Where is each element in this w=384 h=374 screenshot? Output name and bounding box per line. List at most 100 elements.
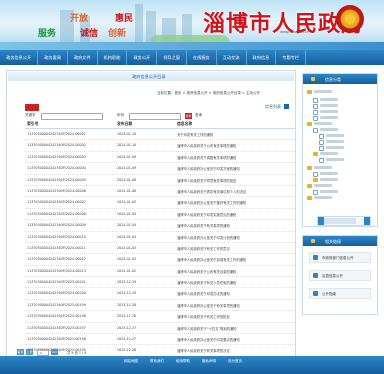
table-row[interactable]: 11370300004242340P/2024-00007 2024-01-05 淄… (25, 197, 295, 209)
year-label: 年份 (117, 113, 124, 117)
document-icon (319, 140, 324, 145)
category-title: 信息分类 (325, 77, 341, 82)
cell-title[interactable]: 淄博市人民政府关于有关人员任免的通知 (177, 280, 236, 285)
table-row[interactable]: 11370300004242340P/2024-00005 2024-01-08 淄… (25, 175, 295, 186)
table-row[interactable]: 11370300004242340P/2024-00004 2024-01-09 淄… (25, 163, 295, 175)
pagination: 首页 上页 1 GO 共 9 页 1 / 9 (17, 349, 287, 356)
cell-index: 11370300004242340P/2024-00012 (27, 257, 86, 262)
table-row[interactable]: 11370300004242340P/2024-00006 2024-01-08 淄… (25, 186, 295, 198)
cell-title[interactable]: 关于印发有关工作的通知 (177, 132, 213, 137)
tree-node-label (326, 134, 344, 137)
nav-item-5[interactable]: 政务公开 (127, 50, 158, 65)
nav-item-3[interactable]: 政府文件 (68, 50, 98, 65)
tree-node-label (320, 116, 338, 119)
table-row[interactable]: 11370300004242340P/2024-00011 2024-01-03 淄… (25, 243, 295, 255)
cell-title[interactable]: 淄博市人民政府办公室关于有关事项的通知 (177, 303, 240, 308)
cell-date: 2024-01-05 (117, 200, 137, 205)
footer-link-4[interactable]: 隐私声明 (202, 359, 216, 364)
cell-date: 2023-12-28 (117, 314, 137, 319)
cell-index: 11370300004242340P/2023-00197 (27, 325, 86, 330)
table-row[interactable]: 11370300004242340P/2023-00196 2023-12-27 淄… (25, 334, 295, 346)
search-button[interactable]: 搜索 (185, 113, 192, 119)
scroll-thumb[interactable] (324, 218, 356, 224)
keyword-label: 关键字 (25, 113, 36, 117)
footer-link-2[interactable]: 联系我们 (150, 359, 164, 364)
scroll-right-icon[interactable] (364, 217, 370, 225)
document-icon (319, 134, 324, 139)
year-input[interactable] (129, 113, 181, 120)
prev-page-button[interactable]: 上页 (26, 349, 33, 355)
cell-title[interactable]: 淄博市人民政府关于印发办法的通知 (177, 291, 230, 296)
cell-title[interactable]: 淄博市人民政府办公室关于印发要点的通知 (177, 337, 240, 342)
tree-node-label (326, 158, 344, 161)
link-item-1[interactable]: 市政府部门信息公开 (309, 252, 371, 263)
tree-node-label (320, 190, 338, 193)
cell-title[interactable]: 淄博市人民政府关于公布有关目录的通知 (177, 269, 236, 274)
tree-node-label (320, 98, 338, 101)
table-row[interactable]: 11370300004242340P/2024-00010 2024-01-04 淄… (25, 232, 295, 243)
cell-title[interactable]: 淄博市人民政府关于表彰有关单位和个人的决定 (177, 189, 246, 194)
cell-title[interactable]: 淄博市人民政府关于有关工作的意见 (177, 246, 230, 251)
nav-item-1[interactable]: 政务信息公开 (0, 50, 39, 65)
table-row[interactable]: 11370300004242340P/2024-00002 2024-01-10 淄… (25, 140, 295, 152)
nav-item-8[interactable]: 互动交流 (217, 50, 247, 65)
col-name: 信息名称 (177, 121, 193, 126)
water-shape (0, 42, 384, 50)
table-row[interactable]: 11370300004242340P/2024-00012 2024-01-03 淄… (25, 254, 295, 266)
folder-icon (313, 178, 318, 182)
cell-index: 11370300004242340P/2024-00011 (27, 245, 86, 250)
footer-link-3[interactable]: 使用帮助 (176, 359, 190, 364)
cell-title[interactable]: 淄博市人民政府关于同意有关事项的批复 (177, 178, 236, 183)
cell-title[interactable]: 淄博市人民政府关于有关事项的通知 (177, 223, 230, 228)
cell-title[interactable]: 淄博市人民政府关于印发实施意见的通知 (177, 212, 236, 217)
cell-title[interactable]: 淄博市人民政府关于公布有关事项的通知 (177, 143, 236, 148)
table-row[interactable]: 11370300004242340P/2024-00013 2024-01-02 淄… (25, 266, 295, 278)
cell-date: 2023-12-29 (117, 280, 137, 285)
cell-title[interactable]: 淄博市人民政府办公室关于加强有关工作的通知 (177, 257, 246, 262)
main-area: 政府信息公开目录 当前位置：首页 > 政府信息公开 > 政府信息公开目录 > 主… (0, 70, 384, 370)
tab-info-list[interactable]: 信息列表 (265, 104, 289, 110)
sidebar: 信息分类 相关链接 市政府部门信息公开 区县信息公开 公开指南 (302, 73, 378, 323)
footer-link-5[interactable]: 设为首页 (228, 359, 242, 364)
cell-title[interactable]: 淄博市人民政府办公室关于印发计划的通知 (177, 235, 240, 240)
nav-item-6[interactable]: 领导之窗 (157, 50, 187, 65)
cell-title[interactable]: 淄博市人民政府办公室关于做好有关工作的通知 (177, 200, 246, 205)
folder-icon (307, 90, 312, 94)
cell-date: 2024-01-08 (117, 188, 137, 193)
cell-title[interactable]: 淄博市人民政府办公室关于印发方案的通知 (177, 166, 240, 171)
cell-date: 2023-12-28 (117, 302, 137, 307)
table-row[interactable]: 11370300004242340P/2023-00199 2023-12-28 淄… (25, 300, 295, 312)
table-row[interactable]: 11370300004242340P/2023-00197 2023-12-27 淄… (25, 323, 295, 335)
table-row[interactable]: 11370300004242340P/2023-00200 2023-12-29 淄… (25, 288, 295, 300)
go-button[interactable]: 查询 (195, 113, 202, 118)
table-row[interactable]: 11370300004242340P/2023-00198 2023-12-28 淄… (25, 311, 295, 323)
nav-item-7[interactable]: 在线服务 (187, 50, 217, 65)
keyword-input[interactable] (41, 113, 103, 120)
footer-link-1[interactable]: 网站地图 (124, 359, 138, 364)
link-item-3[interactable]: 公开指南 (309, 288, 371, 299)
document-icon (313, 98, 318, 103)
first-page-button[interactable]: 首页 (17, 349, 24, 355)
table-row[interactable]: 11370300004242340P/2024-00009 2024-01-04 淄… (25, 220, 295, 232)
folder-icon (307, 122, 312, 126)
col-date: 发布日期 (117, 121, 133, 126)
cell-title[interactable]: 淄博市人民政府关于调整有关事项的通知 (177, 155, 236, 160)
page-input[interactable]: 1 (37, 349, 49, 356)
table-row[interactable]: 11370300004242340P/2023-00201 2023-12-29 淄… (25, 277, 295, 289)
table-row[interactable]: 11370300004242340P/2024-00001 2024-01-10 关… (25, 129, 295, 141)
table-row[interactable]: 11370300004242340P/2024-00008 2024-01-05 淄… (25, 209, 295, 221)
link-item-2[interactable]: 区县信息公开 (309, 270, 371, 281)
cell-date: 2024-01-09 (117, 166, 137, 171)
tree-scrollbar[interactable] (317, 216, 371, 226)
nav-item-2[interactable]: 政务要闻 (38, 50, 68, 65)
go-page-button[interactable]: GO (51, 349, 58, 355)
document-icon (313, 128, 318, 133)
tree-node-label (320, 104, 338, 107)
table-row[interactable]: 11370300004242340P/2024-00003 2024-01-09 淄… (25, 152, 295, 164)
cell-date: 2023-12-29 (117, 291, 137, 296)
cell-title[interactable]: 淄博市人民政府关于有关工作的批复 (177, 314, 230, 319)
nav-item-9[interactable]: 政府信息 (247, 50, 277, 65)
cell-title[interactable]: 淄博市人民政府关于“十四五”规划的通知 (177, 326, 236, 331)
nav-item-4[interactable]: 机构职能 (98, 50, 128, 65)
nav-item-10[interactable]: 专题专栏 (276, 50, 307, 65)
